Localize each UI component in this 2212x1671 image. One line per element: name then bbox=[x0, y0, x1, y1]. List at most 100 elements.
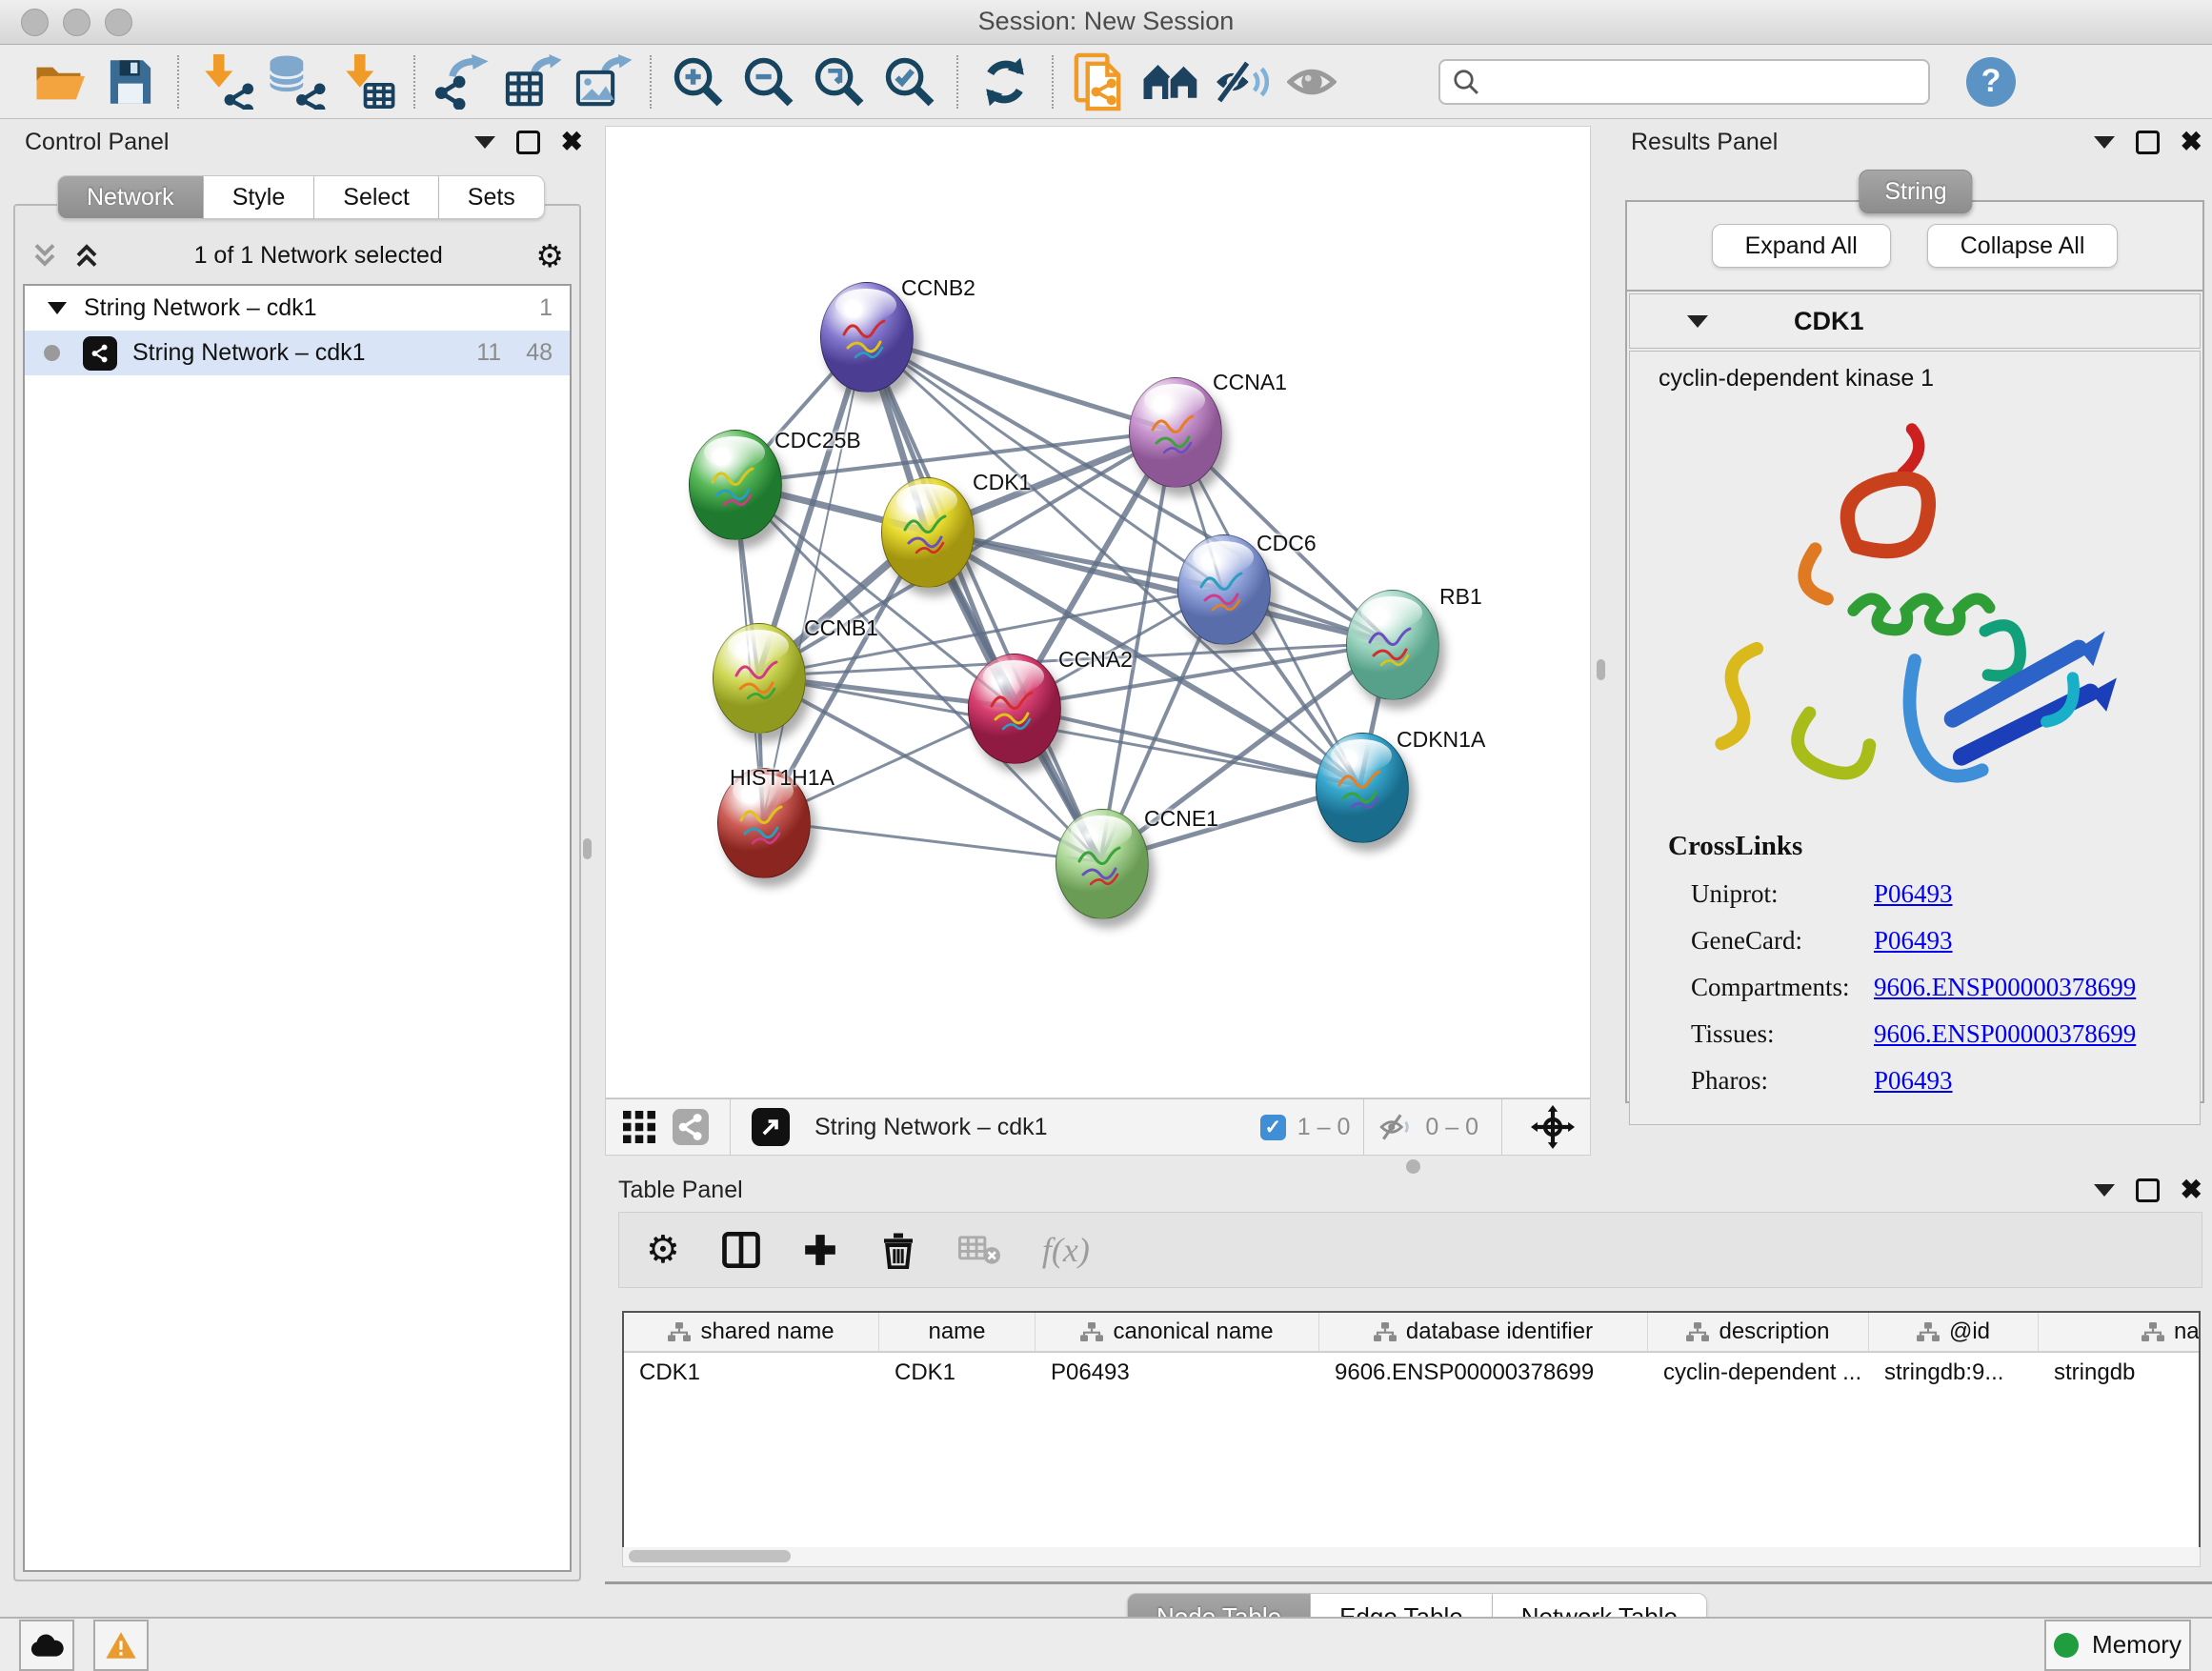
left-splitter-handle[interactable] bbox=[583, 838, 592, 859]
crosslink-link[interactable]: 9606.ENSP00000378699 bbox=[1874, 973, 2136, 1002]
gene-expand-icon[interactable] bbox=[1687, 315, 1708, 328]
network-edge[interactable] bbox=[763, 336, 866, 821]
panel-close-icon[interactable]: ✖ bbox=[2181, 129, 2202, 155]
show-columns-icon[interactable] bbox=[722, 1231, 760, 1269]
gene-section-header[interactable]: CDK1 bbox=[1629, 293, 2201, 349]
delete-column-icon[interactable] bbox=[880, 1231, 916, 1269]
network-node-CCNA1[interactable] bbox=[1129, 377, 1222, 488]
import-table-from-file-button[interactable] bbox=[332, 50, 402, 113]
network-node-CCNA2[interactable] bbox=[968, 654, 1061, 764]
column-header-database-identifier[interactable]: database identifier bbox=[1319, 1313, 1648, 1351]
zoom-out-button[interactable] bbox=[734, 50, 804, 113]
network-node-CCNE1[interactable] bbox=[1056, 809, 1149, 919]
crosslink-link[interactable]: P06493 bbox=[1874, 879, 1953, 909]
column-header-namespace[interactable]: namespace bbox=[2039, 1313, 2201, 1351]
network-edge[interactable] bbox=[763, 821, 1100, 862]
panel-menu-icon[interactable] bbox=[2094, 1184, 2115, 1197]
homes-icon bbox=[1142, 59, 1199, 105]
network-node-CCNB1[interactable] bbox=[713, 623, 806, 734]
home-button[interactable] bbox=[1136, 50, 1206, 113]
refresh-icon bbox=[979, 56, 1031, 108]
table-hscrollbar[interactable] bbox=[622, 1547, 2201, 1567]
network-node-CDK1[interactable] bbox=[881, 477, 975, 588]
tab-style[interactable]: Style bbox=[204, 175, 315, 219]
cloud-status-button[interactable] bbox=[19, 1620, 74, 1671]
network-share-icon[interactable] bbox=[673, 1109, 709, 1145]
gear-icon[interactable]: ⚙ bbox=[535, 240, 564, 272]
network-row-label: String Network – cdk1 bbox=[132, 339, 366, 367]
control-panel-title: Control Panel bbox=[25, 129, 169, 156]
panel-float-icon[interactable] bbox=[2136, 1178, 2160, 1202]
collapse-all-button[interactable]: Collapse All bbox=[1927, 224, 2119, 268]
zoom-in-button[interactable] bbox=[663, 50, 734, 113]
network-node-CCNB2[interactable] bbox=[820, 282, 914, 393]
zoom-fit-button[interactable] bbox=[804, 50, 875, 113]
network-edge[interactable] bbox=[1013, 707, 1359, 786]
table-cell[interactable]: 9606.ENSP00000378699 bbox=[1319, 1353, 1648, 1393]
table-cell[interactable]: CDK1 bbox=[624, 1353, 879, 1393]
tab-sets[interactable]: Sets bbox=[439, 175, 545, 219]
table-hscrollbar-thumb[interactable] bbox=[629, 1550, 791, 1562]
network-collection-row[interactable]: String Network – cdk1 1 bbox=[25, 286, 570, 331]
table-body: CDK1CDK1P064939606.ENSP00000378699cyclin… bbox=[624, 1353, 2201, 1393]
export-network-button[interactable] bbox=[427, 50, 497, 113]
network-node-CDC25B[interactable] bbox=[689, 430, 782, 540]
birds-eye-view-icon[interactable] bbox=[623, 1111, 655, 1143]
network-row[interactable]: String Network – cdk1 11 48 bbox=[25, 331, 570, 375]
search-input[interactable] bbox=[1480, 68, 1928, 96]
panel-close-icon[interactable]: ✖ bbox=[2181, 1177, 2202, 1203]
tab-string[interactable]: String bbox=[1859, 170, 1972, 213]
panel-menu-icon[interactable] bbox=[2094, 136, 2115, 149]
zoom-in-icon bbox=[673, 56, 724, 108]
expand-all-button[interactable]: Expand All bbox=[1712, 224, 1891, 268]
panel-float-icon[interactable] bbox=[2136, 131, 2160, 154]
tab-network[interactable]: Network bbox=[57, 175, 204, 219]
zoom-selected-button[interactable] bbox=[875, 50, 945, 113]
column-header-name[interactable]: name bbox=[879, 1313, 1036, 1351]
import-network-from-file-button[interactable] bbox=[191, 50, 261, 113]
import-network-from-database-button[interactable] bbox=[261, 50, 332, 113]
column-header--id[interactable]: @id bbox=[1869, 1313, 2039, 1351]
table-row[interactable]: CDK1CDK1P064939606.ENSP00000378699cyclin… bbox=[624, 1353, 2201, 1393]
panel-close-icon[interactable]: ✖ bbox=[561, 129, 583, 155]
panel-menu-icon[interactable] bbox=[474, 136, 495, 149]
panel-float-icon[interactable] bbox=[516, 131, 540, 154]
column-header-canonical-name[interactable]: canonical name bbox=[1036, 1313, 1319, 1351]
collapse-all-icon[interactable] bbox=[30, 241, 59, 270]
memory-button[interactable]: Memory bbox=[2044, 1620, 2191, 1671]
crosslink-link[interactable]: 9606.ENSP00000378699 bbox=[1874, 1019, 2136, 1049]
help-button[interactable]: ? bbox=[1966, 57, 2016, 107]
warning-status-button[interactable] bbox=[93, 1620, 149, 1671]
table-cell[interactable]: P06493 bbox=[1036, 1353, 1319, 1393]
right-splitter-handle[interactable] bbox=[1597, 659, 1605, 680]
expand-all-icon[interactable] bbox=[72, 241, 101, 270]
table-panel-title: Table Panel bbox=[618, 1177, 743, 1204]
network-canvas[interactable]: CCNB2CCNA1CDC25BCDK1CDC6RB1CCNB1CCNA2CDK… bbox=[605, 126, 1591, 1098]
table-cell[interactable]: cyclin-dependent ... bbox=[1648, 1353, 1869, 1393]
network-node-CDKN1A[interactable] bbox=[1316, 733, 1409, 843]
save-session-button[interactable] bbox=[95, 50, 166, 113]
open-session-button[interactable] bbox=[25, 50, 95, 113]
selected-checkbox-icon[interactable]: ✓ bbox=[1260, 1115, 1286, 1140]
export-table-button[interactable] bbox=[497, 50, 568, 113]
pan-crosshair-icon[interactable] bbox=[1531, 1105, 1575, 1149]
detach-view-icon[interactable] bbox=[752, 1108, 790, 1146]
refresh-button[interactable] bbox=[970, 50, 1040, 113]
crosslink-link[interactable]: P06493 bbox=[1874, 926, 1953, 956]
export-image-button[interactable] bbox=[568, 50, 638, 113]
add-column-icon[interactable] bbox=[802, 1232, 838, 1268]
tab-select[interactable]: Select bbox=[314, 175, 438, 219]
table-cell[interactable]: stringdb bbox=[2039, 1353, 2201, 1393]
show-panels-button[interactable] bbox=[1277, 50, 1347, 113]
hide-panels-button[interactable] bbox=[1206, 50, 1277, 113]
column-header-shared-name[interactable]: shared name bbox=[624, 1313, 879, 1351]
string-protein-query-button[interactable] bbox=[1065, 50, 1136, 113]
column-header-description[interactable]: description bbox=[1648, 1313, 1869, 1351]
network-edge[interactable] bbox=[865, 336, 1100, 862]
crosslink-link[interactable]: P06493 bbox=[1874, 1066, 1953, 1096]
network-node-RB1[interactable] bbox=[1346, 590, 1439, 700]
table-settings-icon[interactable]: ⚙ bbox=[646, 1231, 680, 1269]
collection-expand-icon[interactable] bbox=[48, 302, 67, 314]
table-cell[interactable]: stringdb:9... bbox=[1869, 1353, 2039, 1393]
table-cell[interactable]: CDK1 bbox=[879, 1353, 1036, 1393]
